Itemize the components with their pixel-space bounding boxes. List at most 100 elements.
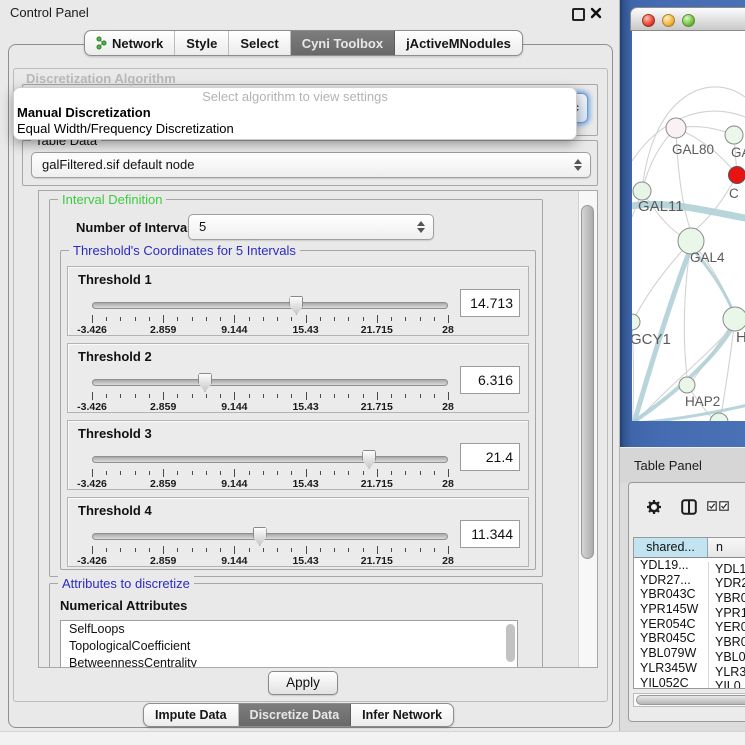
cell-shared-name[interactable]: YLR345W xyxy=(634,661,708,676)
node-table: shared... n YDL19...YDL1YDR27...YDR2YBR0… xyxy=(633,537,745,689)
cell-shared-name[interactable]: YDR27... xyxy=(634,573,708,588)
node-label: H xyxy=(736,329,745,346)
zoom-traffic-light-icon[interactable] xyxy=(682,14,695,27)
attribute-list-item[interactable]: SelfLoops xyxy=(61,621,517,638)
table-data-combo[interactable]: galFiltered.sif default node xyxy=(31,152,591,178)
tab-network[interactable]: Network xyxy=(85,31,175,55)
numerical-attributes-list[interactable]: SelfLoopsTopologicalCoefficientBetweenne… xyxy=(60,620,518,668)
table-row[interactable]: YIL052CYIL0 xyxy=(634,676,745,690)
slider-thumb[interactable] xyxy=(253,527,267,546)
node-gal80[interactable] xyxy=(666,118,686,138)
vertical-scrollbar-thumb[interactable] xyxy=(581,205,594,559)
slider-tick-labels: -3.4262.8599.14415.4321.71528 xyxy=(92,324,448,336)
cell-shared-name[interactable]: YBR045C xyxy=(634,631,708,646)
threshold-box: Threshold 2-3.4262.8599.14415.4321.71528… xyxy=(67,343,529,413)
float-window-icon[interactable] xyxy=(572,8,585,21)
network-graph: GAL80 GA C GAL11 GAL4 GCY1 H HAP2 xyxy=(632,31,745,421)
network-window-titlebar[interactable] xyxy=(630,7,745,31)
table-panel-title: Table Panel xyxy=(634,458,702,473)
tab-cyni-toolbox[interactable]: Cyni Toolbox xyxy=(291,31,395,55)
table-row[interactable]: YDL19...YDL1 xyxy=(634,558,745,573)
cell-shared-name[interactable]: YER054C xyxy=(634,617,708,632)
node-gcy1[interactable] xyxy=(632,314,640,330)
tab-label: Style xyxy=(186,36,217,51)
interval-definition-group-label: Interval Definition xyxy=(58,192,166,207)
tab-discretize-data[interactable]: Discretize Data xyxy=(239,704,352,726)
slider-track[interactable] xyxy=(92,533,448,540)
popup-option-equal-width-frequency[interactable]: Equal Width/Frequency Discretization xyxy=(14,121,576,137)
table-row[interactable]: YBR043CYBR0 xyxy=(634,587,745,602)
tab-select[interactable]: Select xyxy=(229,31,290,55)
node-label: GA xyxy=(731,145,745,160)
table-row[interactable]: YBL079WYBL0 xyxy=(634,646,745,661)
slider-track[interactable] xyxy=(92,302,448,309)
column-browser-icon[interactable] xyxy=(681,499,697,515)
threshold-slider[interactable]: -3.4262.8599.14415.4321.71528 xyxy=(92,451,448,489)
node-hap2[interactable] xyxy=(679,377,695,393)
cell-shared-name[interactable]: YBR043C xyxy=(634,587,708,602)
table-row[interactable]: YBR045CYBR0 xyxy=(634,631,745,646)
table-row[interactable]: YPR145WYPR1 xyxy=(634,602,745,617)
cell-name[interactable]: YIL0 xyxy=(708,679,741,689)
network-canvas[interactable]: GAL80 GA C GAL11 GAL4 GCY1 H HAP2 xyxy=(632,31,745,421)
node-label: GAL11 xyxy=(638,198,684,215)
column-header-name[interactable]: n xyxy=(708,538,745,558)
node-label: C xyxy=(729,186,739,201)
horizontal-scrollbar-thumb[interactable] xyxy=(636,695,745,705)
tab-jactivemnodules[interactable]: jActiveMNodules xyxy=(395,31,522,55)
table-panel: shared... n YDL19...YDL1YDR27...YDR2YBR0… xyxy=(628,482,745,722)
attribute-list-item[interactable]: BetweennessCentrality xyxy=(61,655,517,668)
table-row[interactable]: YDR27...YDR2 xyxy=(634,573,745,588)
threshold-value-field[interactable]: 6.316 xyxy=(460,366,520,394)
horizontal-scrollbar[interactable] xyxy=(633,693,745,707)
table-row[interactable]: YLR345WYLR3 xyxy=(634,661,745,676)
cell-shared-name[interactable]: YIL052C xyxy=(634,676,708,690)
node-label: GAL4 xyxy=(690,250,725,265)
table-row[interactable]: YER054CYER0 xyxy=(634,617,745,632)
tab-impute-data[interactable]: Impute Data xyxy=(144,704,239,726)
screen: Control Panel Network Style Se xyxy=(0,0,745,745)
gear-icon[interactable] xyxy=(646,499,662,515)
node-ga[interactable] xyxy=(725,126,743,144)
minimize-traffic-light-icon[interactable] xyxy=(662,14,675,27)
slider-tick-labels: -3.4262.8599.14415.4321.71528 xyxy=(92,478,448,490)
close-icon[interactable] xyxy=(590,7,602,19)
deselect-all-checkbox-icon[interactable] xyxy=(719,501,729,511)
popup-hint: Select algorithm to view settings xyxy=(14,88,576,105)
slider-track[interactable] xyxy=(92,379,448,386)
threshold-label: Threshold 1 xyxy=(78,272,152,287)
tab-style[interactable]: Style xyxy=(175,31,229,55)
threshold-value-field[interactable]: 11.344 xyxy=(460,520,520,548)
node-selected-red[interactable] xyxy=(729,167,745,184)
slider-thumb[interactable] xyxy=(289,296,303,315)
tab-infer-network[interactable]: Infer Network xyxy=(351,704,453,726)
discretization-algorithm-group-label: Discretization Algorithm xyxy=(26,71,176,86)
bottom-tab-bar: Impute Data Discretize Data Infer Networ… xyxy=(143,703,454,727)
list-scrollbar[interactable] xyxy=(506,624,515,662)
slider-thumb[interactable] xyxy=(362,450,376,469)
number-of-intervals-combo[interactable]: 5 xyxy=(188,214,434,240)
slider-thumb[interactable] xyxy=(198,373,212,392)
column-header-shared-name[interactable]: shared... xyxy=(634,538,708,558)
cell-shared-name[interactable]: YDL19... xyxy=(634,558,708,573)
popup-option-manual-discretization[interactable]: Manual Discretization xyxy=(14,105,576,121)
threshold-slider[interactable]: -3.4262.8599.14415.4321.71528 xyxy=(92,528,448,566)
attribute-list-item[interactable]: TopologicalCoefficient xyxy=(61,638,517,655)
threshold-slider[interactable]: -3.4262.8599.14415.4321.71528 xyxy=(92,297,448,335)
threshold-value-field[interactable]: 21.4 xyxy=(460,443,520,471)
node-bottom[interactable] xyxy=(710,413,728,421)
apply-button[interactable]: Apply xyxy=(268,671,338,695)
select-all-checkbox-icon[interactable] xyxy=(707,501,717,511)
node-h[interactable] xyxy=(723,307,745,331)
threshold-value-field[interactable]: 14.713 xyxy=(460,289,520,317)
attributes-group-label: Attributes to discretize xyxy=(58,576,194,591)
threshold-label: Threshold 3 xyxy=(78,426,152,441)
bottom-strip xyxy=(0,731,745,745)
vertical-scrollbar[interactable] xyxy=(578,191,597,667)
threshold-slider[interactable]: -3.4262.8599.14415.4321.71528 xyxy=(92,374,448,412)
close-traffic-light-icon[interactable] xyxy=(642,14,655,27)
table-data-combo-value: galFiltered.sif default node xyxy=(42,157,194,172)
cell-shared-name[interactable]: YBL079W xyxy=(634,646,708,661)
slider-track[interactable] xyxy=(92,456,448,463)
cell-shared-name[interactable]: YPR145W xyxy=(634,602,708,617)
